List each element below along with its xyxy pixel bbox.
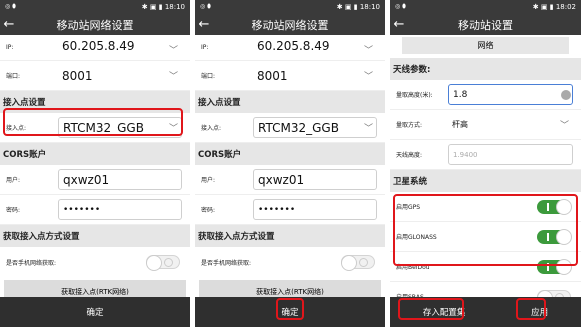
phone-network-label: 是否手机网络获取: — [6, 259, 57, 267]
title-bar: ← 移动站网络设置 — [0, 14, 190, 35]
highlight-box — [3, 108, 183, 136]
ip-field[interactable]: 60.205.8.49 — [253, 35, 377, 56]
chevron-down-icon[interactable]: ﹀ — [560, 118, 569, 131]
password-label: 密码: — [201, 207, 216, 214]
method-label: 量取方式: — [396, 122, 423, 129]
ip-field[interactable]: 60.205.8.49 — [58, 35, 182, 56]
page-title: 移动站网络设置 — [56, 18, 134, 32]
title-bar: ← 移动站网络设置 — [195, 14, 385, 35]
highlight-box — [393, 194, 578, 266]
ip-label: IP: — [6, 44, 14, 51]
port-label: 端口: — [6, 73, 21, 80]
method-select[interactable]: 杆高 — [448, 114, 573, 135]
phone-network-toggle[interactable] — [146, 255, 180, 271]
ip-label: IP: — [201, 44, 209, 51]
method-row: 量取方式: 杆高 ﹀ — [390, 110, 581, 140]
phone-network-label: 是否手机网络获取: — [201, 259, 252, 267]
antenna-height-label: 天线高度: — [396, 152, 423, 159]
phone-screen-1: ◎ ⬮ ✱ ▣ ▮ 18:10 ← 移动站网络设置 IP: 60.205.8.49 ﹀ … — [0, 0, 190, 327]
password-row: 密码: ••••••• — [0, 195, 190, 225]
phone-screen-2: ◎ ⬮ ✱ ▣ ▮ 18:10 ← 移动站网络设置 IP: 60.205.8.49 ﹀ … — [195, 0, 385, 327]
user-field[interactable]: qxwz01 — [253, 169, 377, 190]
password-field[interactable]: ••••••• — [253, 199, 377, 220]
phone-network-toggle[interactable] — [341, 255, 375, 271]
status-bar: ◎ ⬮ ✱ ▣ ▮ 18:10 — [195, 0, 385, 14]
user-label: 用户: — [201, 177, 216, 184]
ip-row: IP: 60.205.8.49 ﹀ — [0, 35, 190, 61]
network-button[interactable]: 网络 — [402, 37, 569, 54]
section-cors: CORS账户 — [195, 143, 385, 165]
user-label: 用户: — [6, 177, 21, 184]
port-label: 端口: — [201, 73, 216, 80]
port-row: 端口: 8001 ﹀ — [0, 61, 190, 91]
section-cors: CORS账户 — [0, 143, 190, 165]
highlight-box — [398, 298, 464, 320]
height-label: 量取高度(米): — [396, 92, 433, 99]
highlight-box — [516, 298, 546, 320]
user-row: 用户: qxwz01 — [195, 165, 385, 195]
access-point-label: 接入点: — [201, 125, 222, 132]
chevron-down-icon[interactable]: ﹀ — [364, 43, 373, 56]
status-bar: ◎ ⬮ ✱ ▣ ▮ 18:10 — [0, 0, 190, 14]
title-bar: ← 移动站设置 — [390, 14, 581, 35]
phone-screen-3: ◎ ⬮ ✱ ▣ ▮ 18:02 ← 移动站设置 网络 天线参数: 量取高度(米): 1… — [390, 0, 581, 327]
status-bar: ◎ ⬮ ✱ ▣ ▮ 18:02 — [390, 0, 581, 14]
port-field[interactable]: 8001 — [253, 65, 377, 86]
user-row: 用户: qxwz01 — [0, 165, 190, 195]
ip-row: IP: 60.205.8.49 ﹀ — [195, 35, 385, 61]
highlight-box — [276, 298, 304, 320]
antenna-height-row: 天线高度: 1.9400 — [390, 140, 581, 170]
height-row: 量取高度(米): 1.8 — [390, 80, 581, 110]
phone-network-row: 是否手机网络获取: — [195, 247, 385, 277]
section-method: 获取接入点方式设置 — [0, 225, 190, 247]
confirm-button[interactable]: 确定 — [0, 297, 190, 327]
access-point-field[interactable]: RTCM32_GGB — [253, 117, 377, 138]
chevron-down-icon[interactable]: ﹀ — [364, 121, 373, 134]
password-row: 密码: ••••••• — [195, 195, 385, 225]
antenna-height-field: 1.9400 — [448, 144, 573, 165]
chevron-down-icon[interactable]: ﹀ — [169, 43, 178, 56]
phone-network-row: 是否手机网络获取: — [0, 247, 190, 277]
chevron-down-icon[interactable]: ﹀ — [364, 69, 373, 82]
chevron-down-icon[interactable]: ﹀ — [169, 69, 178, 82]
user-field[interactable]: qxwz01 — [58, 169, 182, 190]
page-title: 移动站设置 — [458, 18, 513, 32]
access-point-row: 接入点: RTCM32_GGB ﹀ — [195, 113, 385, 143]
height-field[interactable]: 1.8 — [448, 84, 573, 105]
port-field[interactable]: 8001 — [58, 65, 182, 86]
password-label: 密码: — [6, 207, 21, 214]
password-field[interactable]: ••••••• — [58, 199, 182, 220]
port-row: 端口: 8001 ﹀ — [195, 61, 385, 91]
section-antenna: 天线参数: — [390, 58, 581, 80]
clear-icon[interactable] — [561, 90, 571, 100]
section-method: 获取接入点方式设置 — [195, 225, 385, 247]
section-access-point: 接入点设置 — [195, 91, 385, 113]
page-title: 移动站网络设置 — [251, 18, 329, 32]
section-satellite: 卫星系统 — [390, 170, 581, 192]
